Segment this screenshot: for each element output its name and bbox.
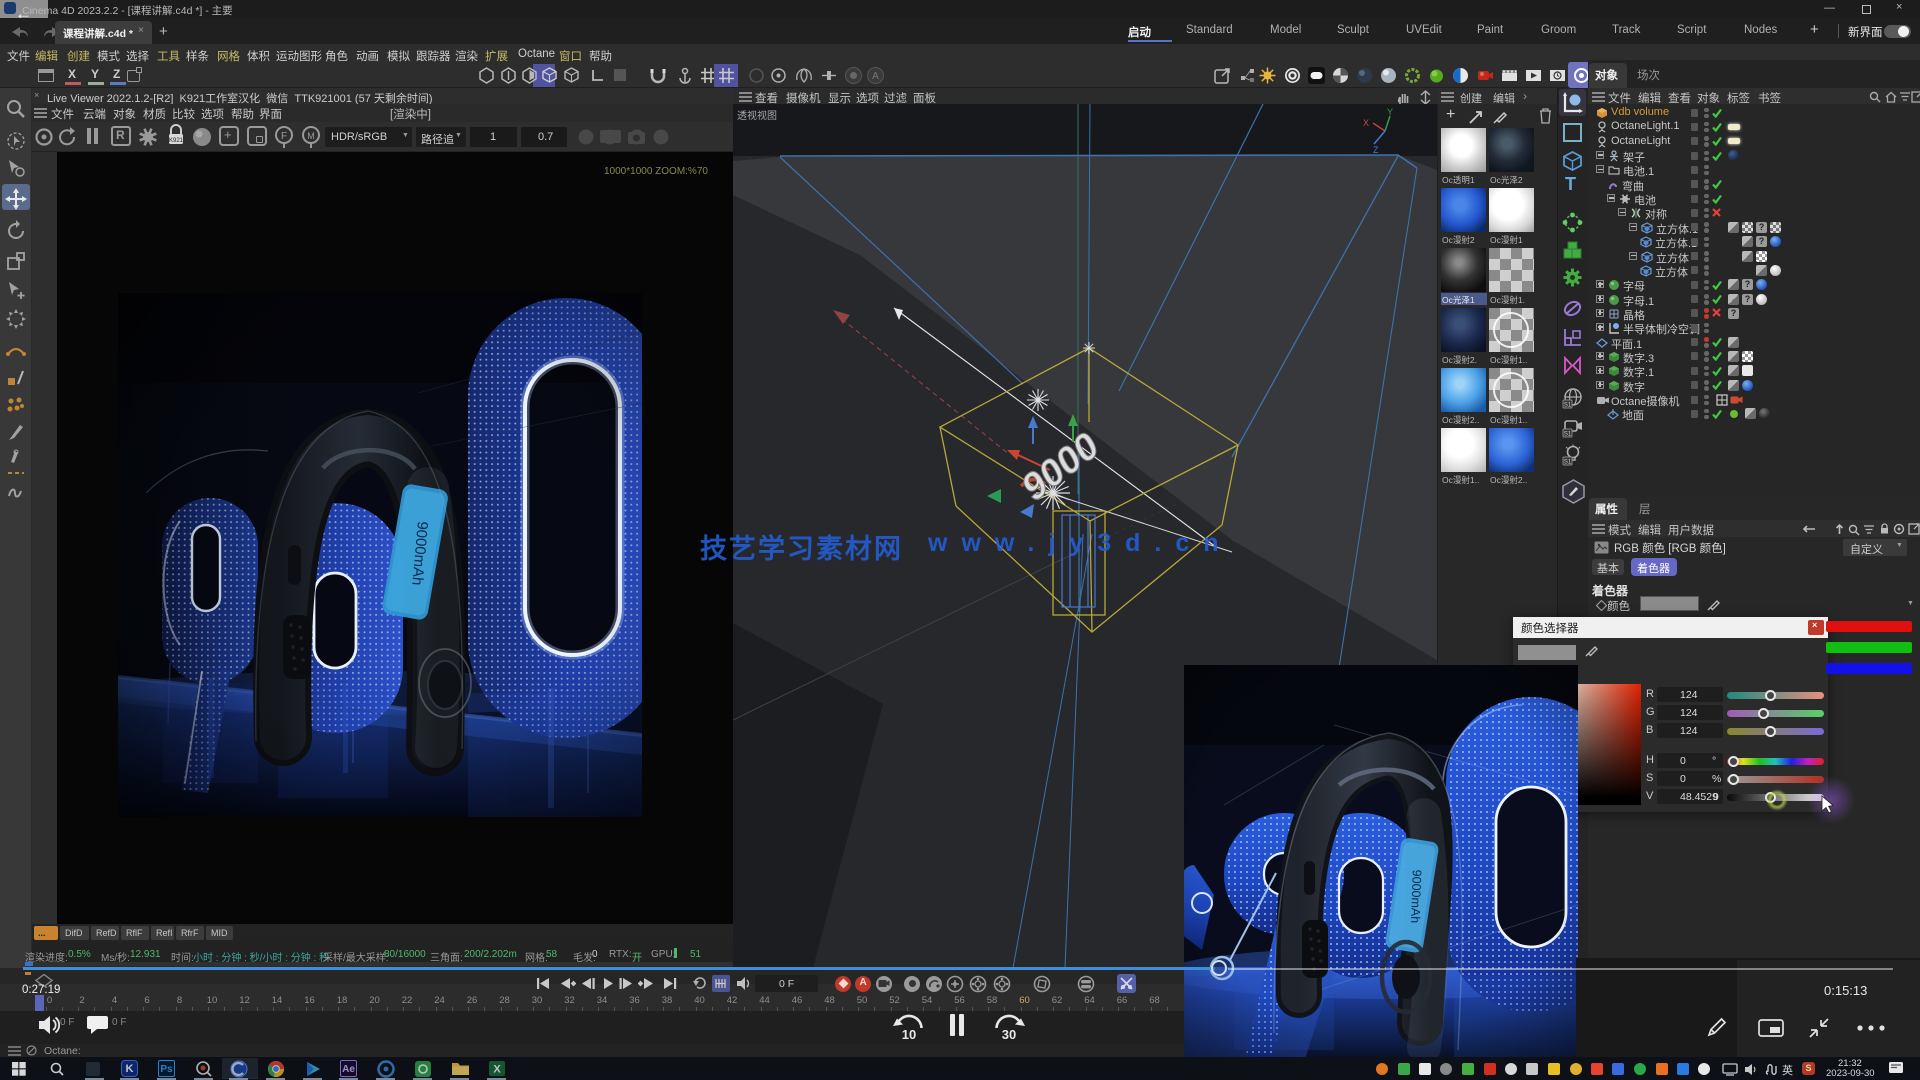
svg-text:X: X [1363,118,1369,128]
svg-text:A: A [872,71,879,82]
svg-text:Z: Z [1373,145,1379,155]
svg-text:30: 30 [1002,1027,1016,1042]
svg-text:S1: S1 [1564,432,1572,438]
svg-text:10: 10 [902,1027,916,1042]
svg-text:K921: K921 [169,138,184,144]
svg-text:M: M [307,131,315,141]
svg-text:S1: S1 [1564,403,1572,409]
svg-text:F: F [281,131,287,142]
svg-text:Y: Y [1387,107,1393,117]
svg-text:S1: S1 [1564,460,1572,466]
